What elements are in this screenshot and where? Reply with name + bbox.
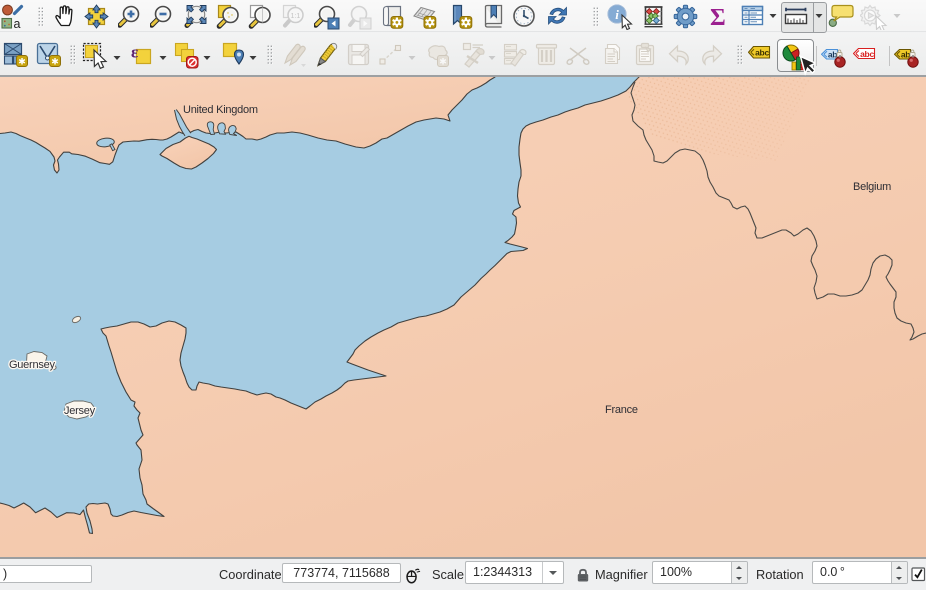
svg-text:✱: ✱ xyxy=(51,56,59,66)
svg-text:i: i xyxy=(615,7,619,22)
svg-text:Jersey: Jersey xyxy=(64,405,96,417)
svg-text:United Kingdom: United Kingdom xyxy=(183,104,258,116)
svg-text:Σ: Σ xyxy=(710,5,726,29)
svg-text:Belgium: Belgium xyxy=(853,181,891,193)
svg-text:a: a xyxy=(14,17,21,29)
svg-text:abc: abc xyxy=(755,48,769,58)
svg-text:✱: ✱ xyxy=(439,56,447,66)
svg-text:1:1: 1:1 xyxy=(291,13,301,20)
svg-text:France: France xyxy=(605,404,638,416)
svg-text:Guernsey: Guernsey xyxy=(9,359,55,371)
svg-text:✱: ✱ xyxy=(18,56,26,66)
svg-text:abc: abc xyxy=(860,48,874,58)
svg-text:ε: ε xyxy=(131,43,138,62)
